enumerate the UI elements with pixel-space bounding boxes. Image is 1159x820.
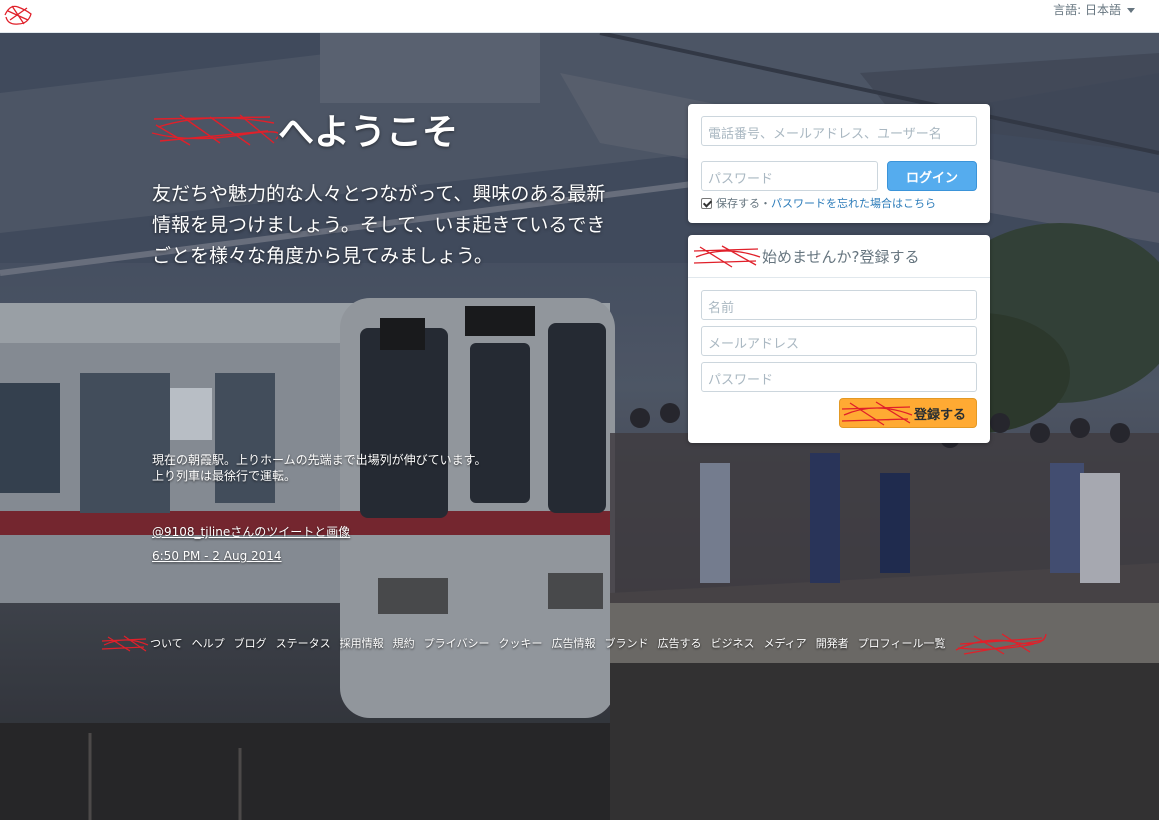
login-password-field[interactable]: パスワード — [701, 161, 878, 191]
welcome-suffix: へようこそ — [278, 112, 459, 153]
footer-link-ads-info[interactable]: 広告情報 — [551, 635, 595, 651]
login-email-field[interactable]: 電話番号、メールアドレス、ユーザー名 — [701, 116, 977, 146]
remember-row: 保存する ・ パスワードを忘れた場合はこちら — [701, 195, 977, 211]
login-button[interactable]: ログイン — [887, 161, 977, 191]
forgot-password-link[interactable]: パスワードを忘れた場合はこちら — [771, 195, 936, 211]
language-label: 言語: 日本語 — [1053, 3, 1121, 17]
signup-heading: 始めませんか? 登録する — [688, 235, 990, 278]
hero-background: へようこそ 友だちや魅力的な人々とつながって、興味のある最新情報を見つけましょう… — [0, 33, 1159, 820]
logo-redacted[interactable] — [2, 2, 34, 28]
photo-timestamp-link[interactable]: 6:50 PM - 2 Aug 2014 — [152, 549, 282, 563]
brand-name-redacted — [101, 635, 149, 652]
footer-link-help[interactable]: ヘルプ — [192, 635, 225, 651]
footer-link-directory[interactable]: プロフィール一覧 — [858, 635, 946, 651]
photo-caption-line1: 現在の朝霞駅。上りホームの先端まで出場列が伸びています。 — [152, 453, 487, 467]
photo-caption: 現在の朝霞駅。上りホームの先端まで出場列が伸びています。 上り列車は最徐行で運転… — [152, 452, 572, 484]
footer-link-status[interactable]: ステータス — [276, 635, 331, 651]
brand-name-redacted — [151, 114, 278, 146]
remember-checkbox[interactable] — [701, 197, 712, 209]
brand-name-redacted — [693, 245, 761, 268]
top-bar: 言語: 日本語 — [0, 0, 1159, 33]
tagline: 友だちや魅力的な人々とつながって、興味のある最新情報を見つけましょう。そして、い… — [152, 183, 606, 267]
footer-link-jobs[interactable]: 採用情報 — [340, 635, 384, 651]
signup-heading-text: 始めませんか? — [762, 247, 860, 266]
signup-button[interactable]: 登録する — [838, 398, 977, 428]
language-selector[interactable]: 言語: 日本語 — [1053, 1, 1135, 18]
footer-link-terms[interactable]: 規約 — [393, 635, 415, 651]
login-form: 電話番号、メールアドレス、ユーザー名 パスワード ログイン 保存する ・ パスワ… — [688, 104, 990, 223]
separator: ・ — [760, 197, 771, 210]
signup-form: 始めませんか? 登録する 名前 メールアドレス パスワード 登録する — [688, 235, 990, 443]
chevron-down-icon — [1127, 8, 1135, 13]
photo-attribution-link[interactable]: @9108_tjlineさんのツイートと画像 — [152, 523, 350, 540]
footer-link-cookies[interactable]: クッキー — [498, 635, 542, 651]
photo-caption-line2: 上り列車は最徐行で運転。 — [152, 469, 297, 483]
signup-button-label: 登録する — [913, 407, 966, 423]
footer-link-blog[interactable]: ブログ — [234, 635, 267, 651]
remember-label: 保存する — [716, 197, 760, 210]
footer-links: ついて ヘルプ ブログ ステータス 採用情報 規約 プライバシー クッキー 広告… — [100, 630, 1049, 656]
brand-name-redacted — [841, 401, 913, 426]
signup-name-field[interactable]: 名前 — [701, 290, 977, 320]
signup-password-field[interactable]: パスワード — [701, 362, 977, 392]
footer-link-brand[interactable]: ブランド — [604, 635, 648, 651]
footer-link-business[interactable]: ビジネス — [710, 635, 754, 651]
footer-link-privacy[interactable]: プライバシー — [424, 635, 490, 651]
copyright-redacted — [956, 633, 1048, 655]
footer-link-about[interactable]: ついて — [150, 635, 183, 651]
footer-link-media[interactable]: メディア — [763, 635, 806, 651]
signup-email-field[interactable]: メールアドレス — [701, 326, 977, 356]
signup-heading-link[interactable]: 登録する — [860, 246, 920, 267]
footer-link-advertise[interactable]: 広告する — [657, 635, 701, 651]
footer-link-developers[interactable]: 開発者 — [816, 635, 849, 651]
welcome-heading: へようこそ — [150, 103, 458, 155]
